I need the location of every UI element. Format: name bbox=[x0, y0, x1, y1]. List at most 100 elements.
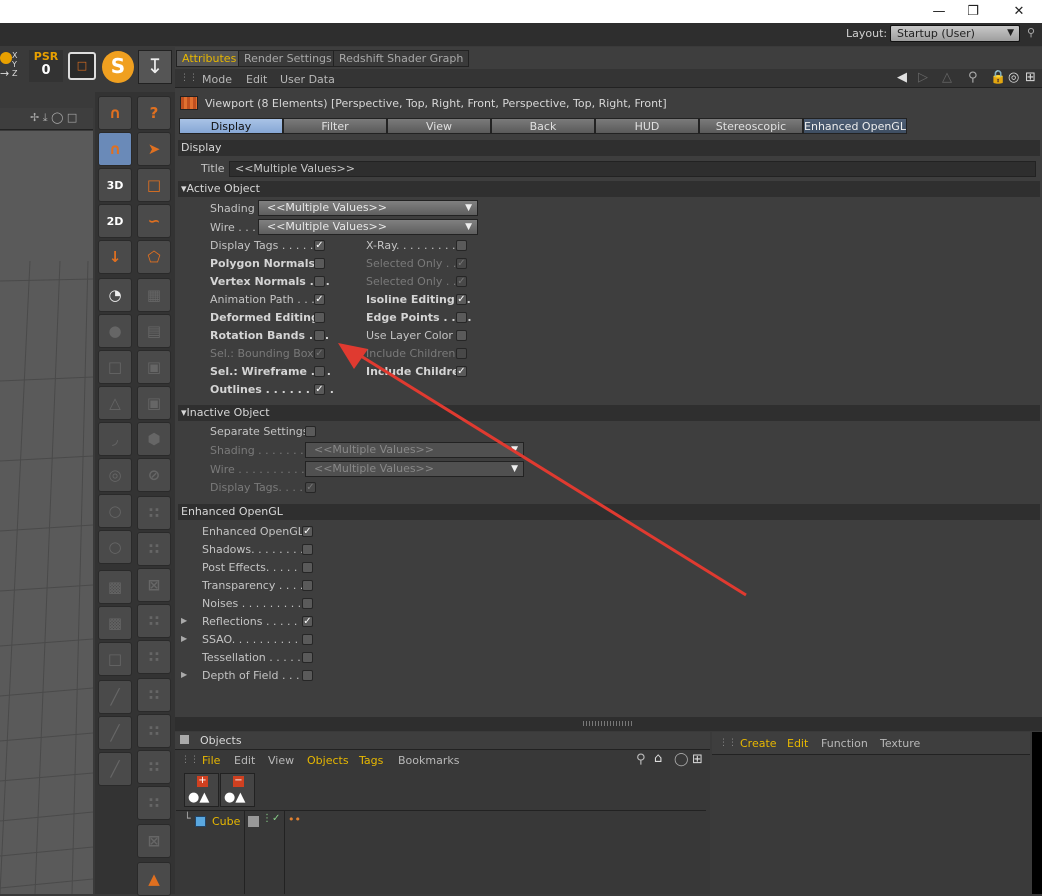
menu-user-data[interactable]: User Data bbox=[280, 73, 335, 86]
subtab-display[interactable]: Display bbox=[179, 118, 283, 134]
render-region-icon[interactable]: □ bbox=[68, 52, 96, 80]
forward-arrow-icon[interactable]: ▷ bbox=[918, 70, 928, 85]
opengl-option-label: Depth of Field . . . bbox=[202, 669, 300, 682]
right-option-checkbox[interactable] bbox=[456, 240, 467, 251]
paint-tool-icon[interactable]: ▲ bbox=[137, 862, 171, 896]
snap-2d-icon[interactable]: 2D bbox=[98, 204, 132, 238]
layout-select[interactable]: Startup (User) ▼ bbox=[890, 25, 1020, 42]
opengl-option-checkbox[interactable] bbox=[302, 652, 313, 663]
tab-render-settings[interactable]: Render Settings bbox=[238, 50, 338, 67]
separate-settings-checkbox[interactable] bbox=[305, 426, 316, 437]
opengl-option-checkbox[interactable] bbox=[302, 544, 313, 555]
search-icon[interactable]: ⚲ bbox=[636, 752, 646, 767]
opengl-option-checkbox[interactable] bbox=[302, 562, 313, 573]
right-option-checkbox[interactable] bbox=[456, 312, 467, 323]
close-icon[interactable]: ✕ bbox=[1004, 0, 1034, 23]
left-option-label: Deformed Editing bbox=[210, 311, 319, 324]
viewport[interactable] bbox=[0, 131, 93, 894]
material-menu-edit[interactable]: Edit bbox=[787, 737, 808, 750]
magnet-rotate-icon[interactable]: ∩ bbox=[98, 132, 132, 166]
opengl-option-checkbox[interactable]: ✓ bbox=[302, 616, 313, 627]
psr-button[interactable]: PSR 0 bbox=[29, 50, 63, 82]
object-name-cube[interactable]: Cube bbox=[212, 815, 240, 828]
opengl-option-checkbox[interactable]: ✓ bbox=[302, 526, 313, 537]
snap-3d-icon[interactable]: 3D bbox=[98, 168, 132, 202]
expand-all-icon[interactable]: + ●▲ bbox=[184, 773, 219, 807]
minimize-icon[interactable]: — bbox=[924, 0, 954, 23]
subtab-back[interactable]: Back bbox=[491, 118, 595, 134]
objects-menu-edit[interactable]: Edit bbox=[234, 754, 255, 767]
material-menu-function[interactable]: Function bbox=[821, 737, 868, 750]
title-field[interactable]: <<Multiple Values>> bbox=[229, 161, 1036, 177]
opengl-option-checkbox[interactable] bbox=[302, 598, 313, 609]
left-option-checkbox[interactable] bbox=[314, 312, 325, 323]
rect-select-icon[interactable]: □ bbox=[137, 168, 171, 202]
left-option-checkbox[interactable]: ✓ bbox=[314, 294, 325, 305]
objects-menu-file[interactable]: File bbox=[202, 754, 220, 767]
restore-icon[interactable]: ❐ bbox=[958, 0, 988, 23]
subtab-hud[interactable]: HUD bbox=[595, 118, 699, 134]
left-option-checkbox[interactable] bbox=[314, 276, 325, 287]
material-menu-create[interactable]: Create bbox=[740, 737, 777, 750]
menu-mode[interactable]: Mode bbox=[202, 73, 232, 86]
subtab-view[interactable]: View bbox=[387, 118, 491, 134]
snap-icon[interactable]: S bbox=[102, 51, 134, 83]
visibility-icon[interactable]: ⋮✓ bbox=[262, 813, 280, 824]
wire-dropdown[interactable]: <<Multiple Values>> ▼ bbox=[258, 219, 478, 235]
objects-menu-bookmarks[interactable]: Bookmarks bbox=[398, 754, 459, 767]
opengl-option-checkbox[interactable] bbox=[302, 634, 313, 645]
help-icon[interactable]: ? bbox=[137, 96, 171, 130]
home-icon[interactable]: ⌂ bbox=[654, 751, 662, 766]
opengl-option-checkbox[interactable] bbox=[302, 670, 313, 681]
tab-redshift-shader-graph[interactable]: Redshift Shader Graph bbox=[333, 50, 470, 67]
material-menu-texture[interactable]: Texture bbox=[880, 737, 920, 750]
disabled-tool-icon: ╱ bbox=[98, 752, 132, 786]
left-option-checkbox[interactable] bbox=[314, 366, 325, 377]
section-active-object[interactable]: ▾Active Object bbox=[178, 181, 1040, 197]
search-icon[interactable]: ⚲ bbox=[1027, 26, 1035, 39]
objects-menu-tags[interactable]: Tags bbox=[359, 754, 383, 767]
expand-triangle-icon[interactable]: ▶ bbox=[181, 616, 187, 625]
shading-dropdown[interactable]: <<Multiple Values>> ▼ bbox=[258, 200, 478, 216]
viewport-grid bbox=[0, 260, 93, 894]
eye-icon[interactable]: ◯ bbox=[674, 752, 689, 767]
coordinate-axis-icon[interactable]: XYZ → bbox=[0, 51, 26, 82]
lock-icon[interactable]: 🔒 bbox=[990, 70, 1006, 85]
snap-axis-icon[interactable]: ↓ bbox=[98, 240, 132, 274]
search-icon[interactable]: ⚲ bbox=[968, 70, 978, 85]
layer-icon[interactable] bbox=[248, 816, 259, 827]
wire-label: Wire . . . bbox=[210, 221, 256, 234]
subtab-filter[interactable]: Filter bbox=[283, 118, 387, 134]
left-option-checkbox[interactable]: ✓ bbox=[314, 384, 325, 395]
expand-triangle-icon[interactable]: ▶ bbox=[181, 670, 187, 679]
new-panel-icon[interactable]: ⊞ bbox=[1025, 70, 1036, 85]
up-arrow-icon[interactable]: △ bbox=[942, 70, 952, 85]
left-option-checkbox[interactable] bbox=[314, 258, 325, 269]
panel-splitter[interactable] bbox=[175, 717, 1042, 731]
magnet-tool-icon[interactable]: ∩ bbox=[98, 96, 132, 130]
left-option-checkbox[interactable] bbox=[314, 330, 325, 341]
tab-attributes[interactable]: Attributes bbox=[176, 50, 243, 67]
disabled-tool-icon: ○ bbox=[98, 530, 132, 564]
target-icon[interactable]: ◎ bbox=[1008, 70, 1019, 85]
left-option-label: Sel.: Bounding Box bbox=[210, 347, 314, 360]
new-panel-icon[interactable]: ⊞ bbox=[692, 752, 703, 767]
collapse-all-icon[interactable]: − ●▲ bbox=[220, 773, 255, 807]
right-option-checkbox[interactable]: ✓ bbox=[456, 294, 467, 305]
polygon-select-icon[interactable]: ⬠ bbox=[137, 240, 171, 274]
pie-snap-icon[interactable]: ◔ bbox=[98, 278, 132, 312]
subtab-enhanced-opengl[interactable]: Enhanced OpenGL bbox=[803, 118, 907, 134]
back-arrow-icon[interactable]: ◀ bbox=[897, 70, 907, 85]
material-tag-icon[interactable]: •• bbox=[288, 813, 301, 826]
objects-menu-objects[interactable]: Objects bbox=[307, 754, 349, 767]
disabled-tool-icon: ∷ bbox=[137, 532, 171, 566]
menu-edit[interactable]: Edit bbox=[246, 73, 267, 86]
lasso-select-icon[interactable]: ∽ bbox=[137, 204, 171, 238]
subtab-stereoscopic[interactable]: Stereoscopic bbox=[699, 118, 803, 134]
expand-triangle-icon[interactable]: ▶ bbox=[181, 634, 187, 643]
objects-menu-view[interactable]: View bbox=[268, 754, 294, 767]
opengl-option-checkbox[interactable] bbox=[302, 580, 313, 591]
drop-to-floor-icon[interactable]: ↧ bbox=[138, 50, 172, 84]
select-arrow-icon[interactable]: ➤ bbox=[137, 132, 171, 166]
left-option-checkbox[interactable]: ✓ bbox=[314, 240, 325, 251]
